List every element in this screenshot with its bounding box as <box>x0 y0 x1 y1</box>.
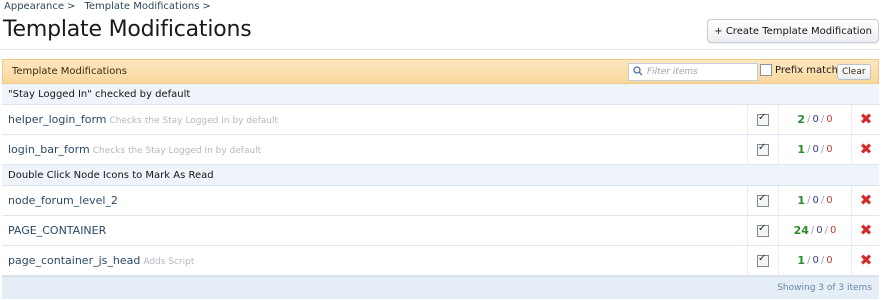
not-found-count: 0 <box>816 225 823 236</box>
delete-icon: ✖ <box>859 191 873 209</box>
count-separator: / <box>824 225 829 236</box>
delete-icon: ✖ <box>859 140 873 158</box>
applied-count: 24 <box>793 224 809 237</box>
enabled-checkbox[interactable] <box>757 112 769 126</box>
item-count-summary: Showing 3 of 3 items <box>777 283 872 293</box>
count-separator: / <box>810 225 815 236</box>
apply-counts[interactable]: 24/0/0 <box>778 216 851 245</box>
not-found-count: 0 <box>812 144 819 155</box>
search-icon <box>629 65 647 79</box>
breadcrumb-separator: > <box>202 1 211 12</box>
enabled-checkbox[interactable] <box>757 223 769 237</box>
apply-counts[interactable]: 2/0/0 <box>778 105 851 134</box>
list-item[interactable]: login_bar_form Checks the Stay Logged In … <box>2 135 879 165</box>
delete-button[interactable]: ✖ <box>851 135 880 164</box>
count-separator: / <box>820 114 825 125</box>
enable-toggle[interactable] <box>747 135 778 164</box>
count-separator: / <box>807 195 811 206</box>
list-item[interactable]: PAGE_CONTAINER 24/0/0 ✖ <box>2 216 879 246</box>
enable-toggle[interactable] <box>747 246 778 275</box>
clear-filter-button[interactable]: Clear <box>837 64 871 80</box>
count-separator: / <box>820 255 825 266</box>
enable-toggle[interactable] <box>747 105 778 134</box>
applied-count: 1 <box>797 194 806 207</box>
count-separator: / <box>807 144 811 155</box>
template-modifications-panel: Template Modifications Filter items Pref… <box>2 59 879 299</box>
breadcrumb: Appearance > Template Modifications > <box>4 1 211 12</box>
modification-description: Checks the Stay Logged In by default <box>109 116 279 126</box>
modification-name[interactable]: PAGE_CONTAINER <box>8 224 106 237</box>
prefix-match-toggle[interactable]: Prefix match <box>760 64 838 76</box>
list-item[interactable]: node_forum_level_2 1/0/0 ✖ <box>2 186 879 216</box>
apply-counts[interactable]: 1/0/0 <box>778 135 851 164</box>
page-title: Template Modifications <box>3 17 252 42</box>
not-found-count: 0 <box>812 114 819 125</box>
apply-counts[interactable]: 1/0/0 <box>778 246 851 275</box>
list-item[interactable]: helper_login_form Checks the Stay Logged … <box>2 105 879 135</box>
delete-button[interactable]: ✖ <box>851 105 880 134</box>
modification-name[interactable]: login_bar_form <box>8 143 90 156</box>
applied-count: 2 <box>797 113 806 126</box>
list-item[interactable]: page_container_js_headAdds Script 1/0/0 … <box>2 246 879 276</box>
panel-header-title: Template Modifications <box>12 66 127 77</box>
group-header: "Stay Logged In" checked by default <box>2 84 879 105</box>
applied-count: 1 <box>797 143 806 156</box>
breadcrumb-item-appearance[interactable]: Appearance > <box>4 1 75 12</box>
list-footer: Showing 3 of 3 items <box>2 276 879 299</box>
delete-icon: ✖ <box>859 251 873 269</box>
count-separator: / <box>807 114 811 125</box>
not-found-count: 0 <box>812 255 819 266</box>
breadcrumb-item-template-modifications[interactable]: Template Modifications > <box>84 1 210 12</box>
delete-button[interactable]: ✖ <box>851 216 880 245</box>
breadcrumb-separator: > <box>67 1 76 12</box>
modification-description: Checks the Stay Logged In by default <box>92 146 262 156</box>
count-separator: / <box>807 255 811 266</box>
modification-name[interactable]: page_container_js_head <box>8 254 140 267</box>
error-count: 0 <box>826 144 833 155</box>
delete-button[interactable]: ✖ <box>851 186 880 215</box>
breadcrumb-label[interactable]: Template Modifications <box>84 1 199 12</box>
count-separator: / <box>820 144 825 155</box>
enable-toggle[interactable] <box>747 186 778 215</box>
modification-description: Adds Script <box>143 257 195 267</box>
delete-icon: ✖ <box>859 110 873 128</box>
enabled-checkbox[interactable] <box>757 142 769 156</box>
error-count: 0 <box>830 225 837 236</box>
apply-counts[interactable]: 1/0/0 <box>778 186 851 215</box>
breadcrumb-label[interactable]: Appearance <box>4 1 64 12</box>
error-count: 0 <box>826 195 833 206</box>
prefix-match-label: Prefix match <box>775 64 838 76</box>
title-divider <box>0 49 879 50</box>
filter-input[interactable]: Filter items <box>628 63 758 81</box>
enable-toggle[interactable] <box>747 216 778 245</box>
applied-count: 1 <box>797 254 806 267</box>
modification-name[interactable]: node_forum_level_2 <box>8 194 118 207</box>
count-separator: / <box>820 195 825 206</box>
error-count: 0 <box>826 255 833 266</box>
modification-name[interactable]: helper_login_form <box>8 113 107 126</box>
panel-header: Template Modifications Filter items Pref… <box>2 59 879 84</box>
group-header: Double Click Node Icons to Mark As Read <box>2 165 879 186</box>
delete-button[interactable]: ✖ <box>851 246 880 275</box>
delete-icon: ✖ <box>859 221 873 239</box>
prefix-match-checkbox[interactable] <box>760 64 772 76</box>
error-count: 0 <box>826 114 833 125</box>
enabled-checkbox[interactable] <box>757 193 769 207</box>
not-found-count: 0 <box>812 195 819 206</box>
enabled-checkbox[interactable] <box>757 253 769 267</box>
filter-placeholder: Filter items <box>647 67 698 77</box>
create-template-modification-button[interactable]: + Create Template Modification <box>707 19 879 43</box>
